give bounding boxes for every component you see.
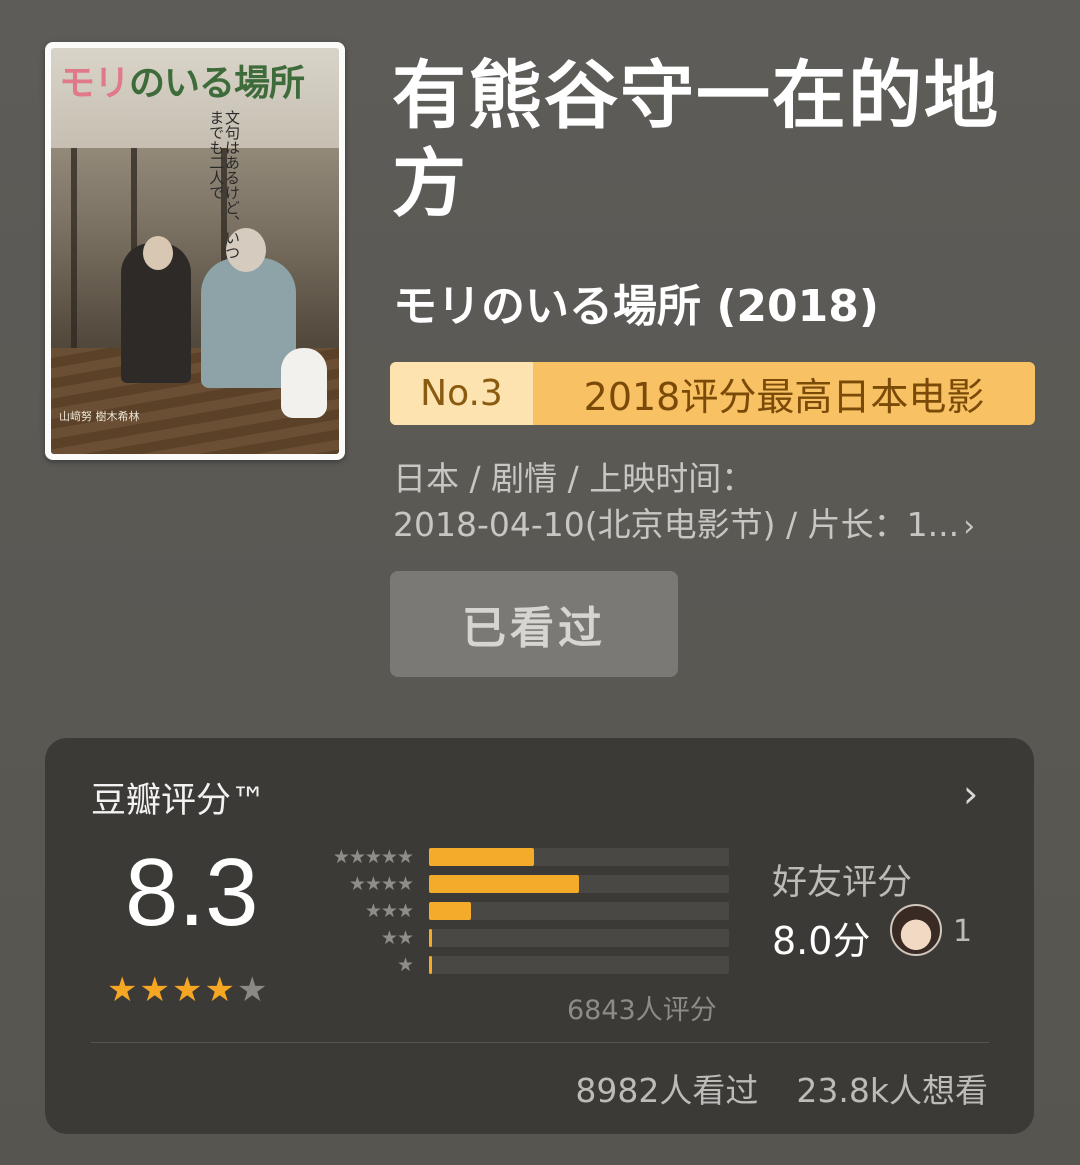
distribution-row: ★★★★★: [305, 846, 729, 868]
friend-avatar[interactable]: [890, 904, 942, 956]
rating-card[interactable]: 豆瓣评分™ › 8.3 ★★★★★ ★★★★★ ★★★★ ★★★ ★★ ★ 6843人评…: [45, 738, 1034, 1134]
distribution-star-label: ★: [396, 954, 414, 976]
movie-poster[interactable]: モリのいる場所 文句はあるけど、いつまでも二人で 山﨑努 樹木希林: [45, 42, 345, 460]
movie-meta[interactable]: 日本 / 剧情 / 上映时间： 2018-04-10(北京电影节) / 片长：1…: [393, 456, 1033, 550]
poster-title: モリのいる場所: [59, 62, 305, 104]
distribution-row: ★★★: [305, 900, 729, 922]
rank-number: No.3: [390, 362, 533, 425]
chevron-right-icon[interactable]: ›: [963, 772, 978, 816]
watched-button[interactable]: 已看过: [390, 571, 678, 677]
wish-count[interactable]: 23.8k人想看: [796, 1071, 988, 1110]
rating-score: 8.3: [125, 839, 259, 946]
watched-count[interactable]: 8982人看过: [575, 1071, 758, 1110]
movie-title: 有熊谷守一在的地方: [392, 53, 1000, 227]
divider: [91, 1042, 989, 1043]
poster-tagline: 文句はあるけど、いつまでも二人で: [207, 110, 241, 260]
star-filled-icon: ★: [107, 970, 140, 1010]
distribution-star-label: ★★: [380, 927, 414, 949]
poster-head-woman: [143, 236, 173, 270]
distribution-bar-track: [429, 956, 729, 974]
distribution-bar-track: [429, 848, 729, 866]
distribution-bar: [429, 902, 471, 920]
star-filled-icon: ★: [139, 970, 172, 1010]
meta-line-1: 日本 / 剧情 / 上映时间：: [393, 459, 755, 498]
meta-line-2-text: 2018-04-10(北京电影节) / 片长：1...: [393, 505, 960, 544]
rating-title: 豆瓣评分™: [91, 781, 267, 821]
distribution-star-label: ★★★: [364, 900, 414, 922]
distribution-bar-track: [429, 875, 729, 893]
distribution-bar: [429, 875, 579, 893]
star-empty-icon: ★: [236, 970, 270, 1010]
star-filled-icon: ★: [204, 970, 237, 1010]
poster-credits: 山﨑努 樹木希林: [59, 410, 140, 423]
meta-line-2: 2018-04-10(北京电影节) / 片长：1... ›: [393, 502, 1033, 550]
distribution-bar: [429, 956, 432, 974]
rank-badge[interactable]: No.3 2018评分最高日本电影: [390, 362, 1035, 425]
rating-footer: 8982人看过 23.8k人想看: [575, 1064, 988, 1112]
star-filled-icon: ★: [171, 970, 205, 1010]
distribution-row: ★: [305, 954, 729, 976]
rank-label: 2018评分最高日本电影: [583, 375, 985, 419]
friend-count: 1: [953, 914, 973, 949]
chevron-right-icon: ›: [963, 509, 976, 544]
rating-stars: ★★★★★: [107, 970, 269, 1010]
distribution-bar-track: [429, 902, 729, 920]
rating-count: 6843人评分: [567, 995, 717, 1026]
distribution-bar: [429, 929, 432, 947]
friend-rating-score: 8.0分: [772, 919, 871, 963]
original-title: モリのいる場所 (2018): [393, 281, 879, 332]
poster-image: モリのいる場所 文句はあるけど、いつまでも二人で 山﨑努 樹木希林: [51, 48, 339, 454]
distribution-bar-track: [429, 929, 729, 947]
friend-rating-label: 好友评分: [772, 863, 913, 903]
distribution-bar: [429, 848, 534, 866]
distribution-star-label: ★★★★: [348, 873, 414, 895]
distribution-star-label: ★★★★★: [332, 846, 414, 868]
poster-cat: [281, 348, 327, 418]
distribution-row: ★★★★: [305, 873, 729, 895]
distribution-row: ★★: [305, 927, 729, 949]
